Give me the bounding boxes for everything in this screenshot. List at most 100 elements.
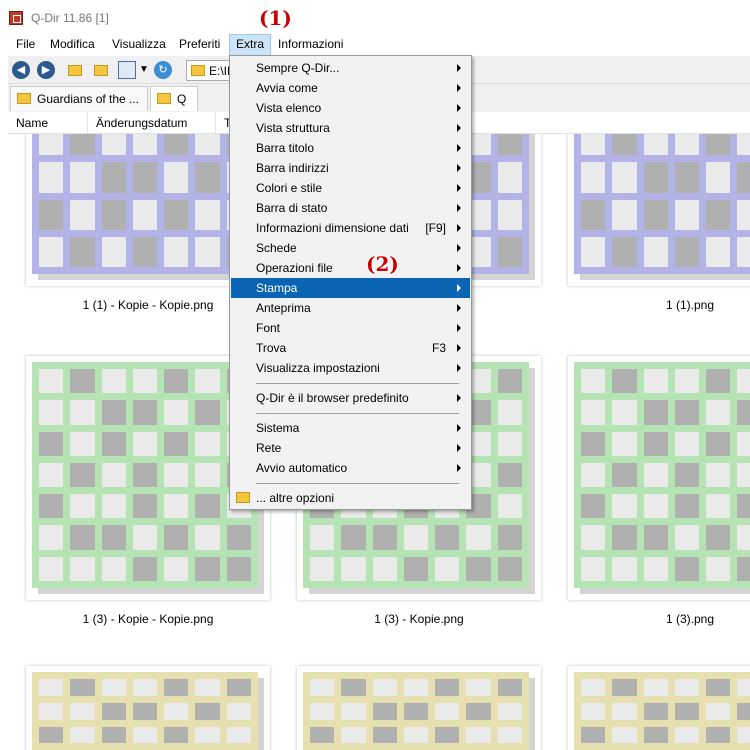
menu-item-label: Visualizza impostazioni — [256, 361, 380, 375]
window-title: Q-Dir 11.86 [1] — [31, 11, 109, 25]
menu-informazioni[interactable]: Informazioni — [272, 34, 349, 56]
column-name[interactable]: Name — [8, 112, 88, 134]
menu-item-avvio-automatico[interactable]: Avvio automatico — [231, 458, 470, 478]
window-left-edge — [0, 34, 8, 750]
menu-item-label: Sistema — [256, 421, 300, 435]
menu-item-label: Schede — [256, 241, 297, 255]
menu-item-label: Colori e stile — [256, 181, 323, 195]
submenu-arrow-icon — [457, 184, 461, 192]
file-thumbnail[interactable] — [568, 134, 750, 286]
submenu-arrow-icon — [457, 144, 461, 152]
submenu-arrow-icon — [457, 344, 461, 352]
menu-item-shortcut: [F9] — [425, 221, 446, 235]
refresh-icon[interactable]: ↻ — [154, 61, 172, 79]
menu-item-label: Stampa — [256, 281, 298, 295]
folder-icon — [191, 65, 205, 76]
submenu-arrow-icon — [457, 224, 461, 232]
menu-item-label: Trova — [256, 341, 287, 355]
file-thumbnail[interactable] — [26, 666, 270, 750]
submenu-arrow-icon — [457, 164, 461, 172]
menu-item-label: Avvio automatico — [256, 461, 348, 475]
submenu-arrow-icon — [457, 394, 461, 402]
menu-item-label: Informazioni dimensione dati — [256, 221, 409, 235]
menu-file[interactable]: File — [10, 34, 41, 56]
menu-item-barra-di-stato[interactable]: Barra di stato — [231, 198, 470, 218]
menu-extra[interactable]: Extra — [229, 34, 272, 56]
menu-item-visualizza-impostazioni[interactable]: Visualizza impostazioni — [231, 358, 470, 378]
menu-item-vista-struttura[interactable]: Vista struttura — [231, 118, 470, 138]
app-icon — [9, 11, 23, 25]
menu-item-label: Operazioni file — [256, 261, 333, 275]
menu-visualizza[interactable]: Visualizza — [106, 34, 172, 56]
submenu-arrow-icon — [457, 364, 461, 372]
column-date[interactable]: Änderungsdatum — [88, 112, 216, 134]
menu-item-schede[interactable]: Schede — [231, 238, 470, 258]
menu-item-label: Avvia come — [256, 81, 318, 95]
folder-icon — [157, 93, 171, 104]
submenu-arrow-icon — [457, 244, 461, 252]
menu-item-label: Font — [256, 321, 281, 335]
menu-item-label: Vista struttura — [256, 121, 330, 135]
file-thumbnail[interactable] — [568, 356, 750, 600]
menu-item-stampa[interactable]: Stampa — [231, 278, 470, 298]
file-thumbnail[interactable] — [297, 666, 541, 750]
submenu-arrow-icon — [457, 104, 461, 112]
menu-item-font[interactable]: Font — [231, 318, 470, 338]
menu-separator — [256, 383, 459, 384]
menu-item-shortcut: F3 — [431, 341, 446, 355]
submenu-arrow-icon — [457, 264, 461, 272]
menu-item-trova[interactable]: Trova F3 — [231, 338, 470, 358]
menu-item-barra-indirizzi[interactable]: Barra indirizzi — [231, 158, 470, 178]
submenu-arrow-icon — [457, 424, 461, 432]
menu-item-barra-titolo[interactable]: Barra titolo — [231, 138, 470, 158]
menu-modifica[interactable]: Modifica — [44, 34, 101, 56]
folder-icon — [236, 492, 250, 503]
submenu-arrow-icon — [457, 84, 461, 92]
menu-bar: File Modifica Visualizza Preferiti Extra… — [8, 34, 750, 56]
menu-separator — [256, 483, 459, 484]
submenu-arrow-icon — [457, 64, 461, 72]
submenu-arrow-icon — [457, 444, 461, 452]
file-name: 1 (1).png — [665, 298, 715, 312]
submenu-arrow-icon — [457, 304, 461, 312]
menu-preferiti[interactable]: Preferiti — [173, 34, 226, 56]
menu-item-q-dir-il-browser-predefinito[interactable]: Q-Dir è il browser predefinito — [231, 388, 470, 408]
menu-item-label: Rete — [256, 441, 282, 455]
menu-item-label: Sempre Q-Dir... — [256, 61, 340, 75]
menu-item-anteprima[interactable]: Anteprima — [231, 298, 470, 318]
menu-item-avvia-come[interactable]: Avvia come — [231, 78, 470, 98]
menu-item-label: Barra di stato — [256, 201, 328, 215]
menu-item-rete[interactable]: Rete — [231, 438, 470, 458]
tab-q[interactable]: Q — [150, 86, 198, 111]
tab-label: Q — [177, 92, 187, 106]
submenu-arrow-icon — [457, 324, 461, 332]
menu-item-altre-opzioni[interactable]: ... altre opzioni — [231, 488, 470, 508]
folder-up-icon[interactable] — [66, 61, 84, 79]
new-folder-icon[interactable] — [92, 61, 110, 79]
file-name: 1 (3) - Kopie - Kopie.png — [82, 612, 214, 626]
file-name: 1 (3) - Kopie.png — [374, 612, 464, 626]
forward-icon[interactable]: ▶ — [37, 61, 55, 79]
menu-item-label: Vista elenco — [256, 101, 322, 115]
menu-item-vista-elenco[interactable]: Vista elenco — [231, 98, 470, 118]
back-icon[interactable]: ◀ — [12, 61, 30, 79]
submenu-arrow-icon — [457, 124, 461, 132]
tab-label: Guardians of the ... — [37, 92, 140, 106]
submenu-arrow-icon — [457, 464, 461, 472]
menu-item-colori-e-stile[interactable]: Colori e stile — [231, 178, 470, 198]
submenu-arrow-icon — [457, 204, 461, 212]
file-name: 1 (3).png — [665, 612, 715, 626]
annotation-2: (2) — [366, 252, 399, 276]
annotation-1: (1) — [259, 6, 292, 30]
folder-icon — [17, 93, 31, 104]
menu-item-informazioni-dimensione-dati[interactable]: Informazioni dimensione dati [F9] — [231, 218, 470, 238]
menu-item-label: ... altre opzioni — [256, 491, 335, 505]
menu-item-label: Anteprima — [256, 301, 311, 315]
tab-guardians[interactable]: Guardians of the ... — [10, 86, 148, 111]
menu-item-operazioni-file[interactable]: Operazioni file — [231, 258, 470, 278]
menu-item-sempre-q-dir[interactable]: Sempre Q-Dir... — [231, 58, 470, 78]
view-mode-icon[interactable] — [118, 61, 136, 79]
menu-item-sistema[interactable]: Sistema — [231, 418, 470, 438]
menu-item-label: Barra titolo — [256, 141, 315, 155]
file-thumbnail[interactable] — [568, 666, 750, 750]
